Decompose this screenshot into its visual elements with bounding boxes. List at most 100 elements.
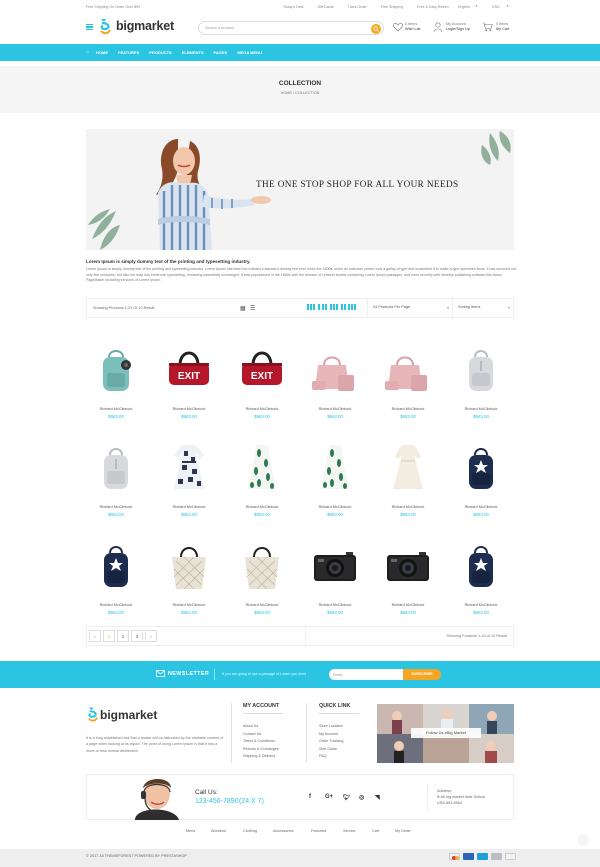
footer-bottom-link[interactable]: Womens bbox=[211, 829, 226, 833]
nav-pages[interactable]: PAGES bbox=[214, 50, 228, 55]
login-link[interactable]: Login/Sign Up bbox=[446, 27, 470, 32]
product-name[interactable]: Richard McClintock bbox=[451, 407, 511, 411]
footer-link[interactable]: Order Tracking bbox=[319, 738, 343, 746]
product-image[interactable] bbox=[310, 341, 360, 397]
account[interactable]: My Account Login/Sign Up bbox=[446, 22, 470, 32]
product-name[interactable]: Richard McClintock bbox=[232, 603, 292, 607]
product-name[interactable]: Richard McClintock bbox=[305, 407, 365, 411]
product-name[interactable]: Richard McClintock bbox=[86, 603, 146, 607]
search-button[interactable] bbox=[371, 23, 381, 34]
product-name[interactable]: Richard McClintock bbox=[378, 603, 438, 607]
product-image[interactable] bbox=[310, 439, 360, 495]
product-name[interactable]: Richard McClintock bbox=[159, 505, 219, 509]
product-name[interactable]: Richard McClintock bbox=[86, 407, 146, 411]
google-plus-icon[interactable]: G+ bbox=[325, 794, 333, 800]
prev-page-button[interactable]: ‹ bbox=[89, 630, 101, 642]
footer-bottom-link[interactable]: Accessories bbox=[273, 829, 293, 833]
rss-icon[interactable]: ◥ bbox=[375, 794, 380, 801]
product-name[interactable]: Richard McClintock bbox=[232, 505, 292, 509]
footer-bottom-link[interactable]: My Order bbox=[395, 829, 411, 833]
wishlist[interactable]: 0 items Wish List bbox=[405, 22, 420, 32]
nav-elements[interactable]: ELEMENTS bbox=[182, 50, 204, 55]
product-image[interactable] bbox=[456, 537, 506, 593]
product-image[interactable] bbox=[237, 439, 287, 495]
footer-logo[interactable]: bigmarket bbox=[100, 708, 157, 722]
footer-bottom-link[interactable]: Featured bbox=[311, 829, 326, 833]
product-name[interactable]: Richard McClintock bbox=[159, 407, 219, 411]
back-to-top-button[interactable] bbox=[577, 834, 589, 846]
product-image[interactable] bbox=[383, 537, 433, 593]
nav-products[interactable]: PRODUCTS bbox=[149, 50, 171, 55]
footer-link[interactable]: FAQ bbox=[319, 753, 343, 761]
footer-bottom-link[interactable]: Clothing bbox=[243, 829, 257, 833]
site-logo[interactable]: bigmarket bbox=[116, 19, 174, 33]
product-image[interactable] bbox=[456, 341, 506, 397]
product-name[interactable]: Richard McClintock bbox=[232, 407, 292, 411]
footer-link[interactable]: Size Guide bbox=[319, 746, 343, 754]
product-image[interactable]: EXIT bbox=[237, 341, 287, 397]
product-image[interactable] bbox=[91, 537, 141, 593]
product-name[interactable]: Richard McClintock bbox=[378, 505, 438, 509]
nav-mega-menu[interactable]: MEGA MENU bbox=[237, 50, 262, 55]
footer-link[interactable]: My Account bbox=[319, 731, 343, 739]
search-input[interactable]: Search a product bbox=[205, 26, 234, 30]
product-image[interactable] bbox=[91, 439, 141, 495]
product-name[interactable]: Richard McClintock bbox=[305, 505, 365, 509]
page-3-button[interactable]: 3 bbox=[131, 630, 143, 642]
product-image[interactable] bbox=[456, 439, 506, 495]
footer-bottom-link[interactable]: Service bbox=[343, 829, 356, 833]
product-image[interactable] bbox=[164, 537, 214, 593]
menu-icon[interactable] bbox=[86, 24, 93, 31]
twitter-icon[interactable]: 🐦︎ bbox=[343, 794, 351, 801]
nav-home[interactable]: HOME bbox=[96, 50, 108, 55]
grid-view-icon[interactable]: ▦ bbox=[240, 305, 246, 312]
next-page-button[interactable]: › bbox=[145, 630, 157, 642]
cart-icon[interactable] bbox=[482, 22, 493, 32]
currency-select[interactable]: USD bbox=[492, 5, 500, 9]
product-image[interactable] bbox=[91, 341, 141, 397]
instagram-feed[interactable]: Follow Us #Big Market bbox=[377, 704, 514, 763]
product-image[interactable]: EXIT bbox=[164, 341, 214, 397]
page-2-button[interactable]: 2 bbox=[117, 630, 129, 642]
top-link[interactable]: Track Order bbox=[348, 5, 367, 9]
product-image[interactable] bbox=[310, 537, 360, 593]
top-link[interactable]: Free & Easy Return bbox=[417, 5, 449, 9]
product-name[interactable]: Richard McClintock bbox=[451, 505, 511, 509]
home-icon[interactable]: ⌂ bbox=[86, 49, 89, 55]
product-name[interactable]: Richard McClintock bbox=[451, 603, 511, 607]
footer-bottom-link[interactable]: Cart bbox=[372, 829, 379, 833]
nav-features[interactable]: FEATURES bbox=[118, 50, 139, 55]
footer-link[interactable]: Shipping & Delivery bbox=[243, 753, 279, 761]
facebook-icon[interactable]: f bbox=[309, 794, 311, 800]
footer-link[interactable]: About Us bbox=[243, 723, 279, 731]
instagram-follow-label[interactable]: Follow Us #Big Market bbox=[411, 728, 481, 738]
subscribe-button[interactable]: SUBSCRIBE bbox=[403, 669, 441, 680]
support-phone[interactable]: 123-456-7890 bbox=[195, 798, 239, 805]
product-name[interactable]: Richard McClintock bbox=[86, 505, 146, 509]
product-image[interactable] bbox=[383, 341, 433, 397]
footer-link[interactable]: Returns & Exchanges bbox=[243, 746, 279, 754]
product-image[interactable] bbox=[237, 537, 287, 593]
product-image[interactable] bbox=[383, 439, 433, 495]
product-name[interactable]: Richard McClintock bbox=[305, 603, 365, 607]
product-image[interactable] bbox=[164, 439, 214, 495]
footer-link[interactable]: Store Location bbox=[319, 723, 343, 731]
footer-link[interactable]: Terms & Conditions bbox=[243, 738, 279, 746]
newsletter-email-input[interactable]: Email... bbox=[329, 669, 407, 680]
sort-select[interactable]: Sorting Items ▾ bbox=[452, 299, 514, 317]
top-link[interactable]: Today's Deal bbox=[283, 5, 303, 9]
product-name[interactable]: Richard McClintock bbox=[378, 407, 438, 411]
top-link[interactable]: Gift Cards bbox=[317, 5, 333, 9]
instagram-icon[interactable]: ◎ bbox=[359, 794, 364, 801]
footer-bottom-link[interactable]: Mens bbox=[186, 829, 195, 833]
heart-icon[interactable] bbox=[393, 22, 403, 32]
product-name[interactable]: Richard McClintock bbox=[159, 603, 219, 607]
breadcrumb[interactable]: HOME / COLLECTION bbox=[0, 91, 600, 95]
footer-link[interactable]: Contact Us bbox=[243, 731, 279, 739]
list-view-icon[interactable]: ☰ bbox=[250, 305, 255, 312]
page-1-button[interactable]: 1 bbox=[103, 630, 115, 642]
language-select[interactable]: English bbox=[458, 5, 470, 9]
top-link[interactable]: Free Shipping bbox=[381, 5, 403, 9]
user-icon[interactable] bbox=[433, 22, 443, 32]
column-selector[interactable] bbox=[307, 304, 357, 310]
